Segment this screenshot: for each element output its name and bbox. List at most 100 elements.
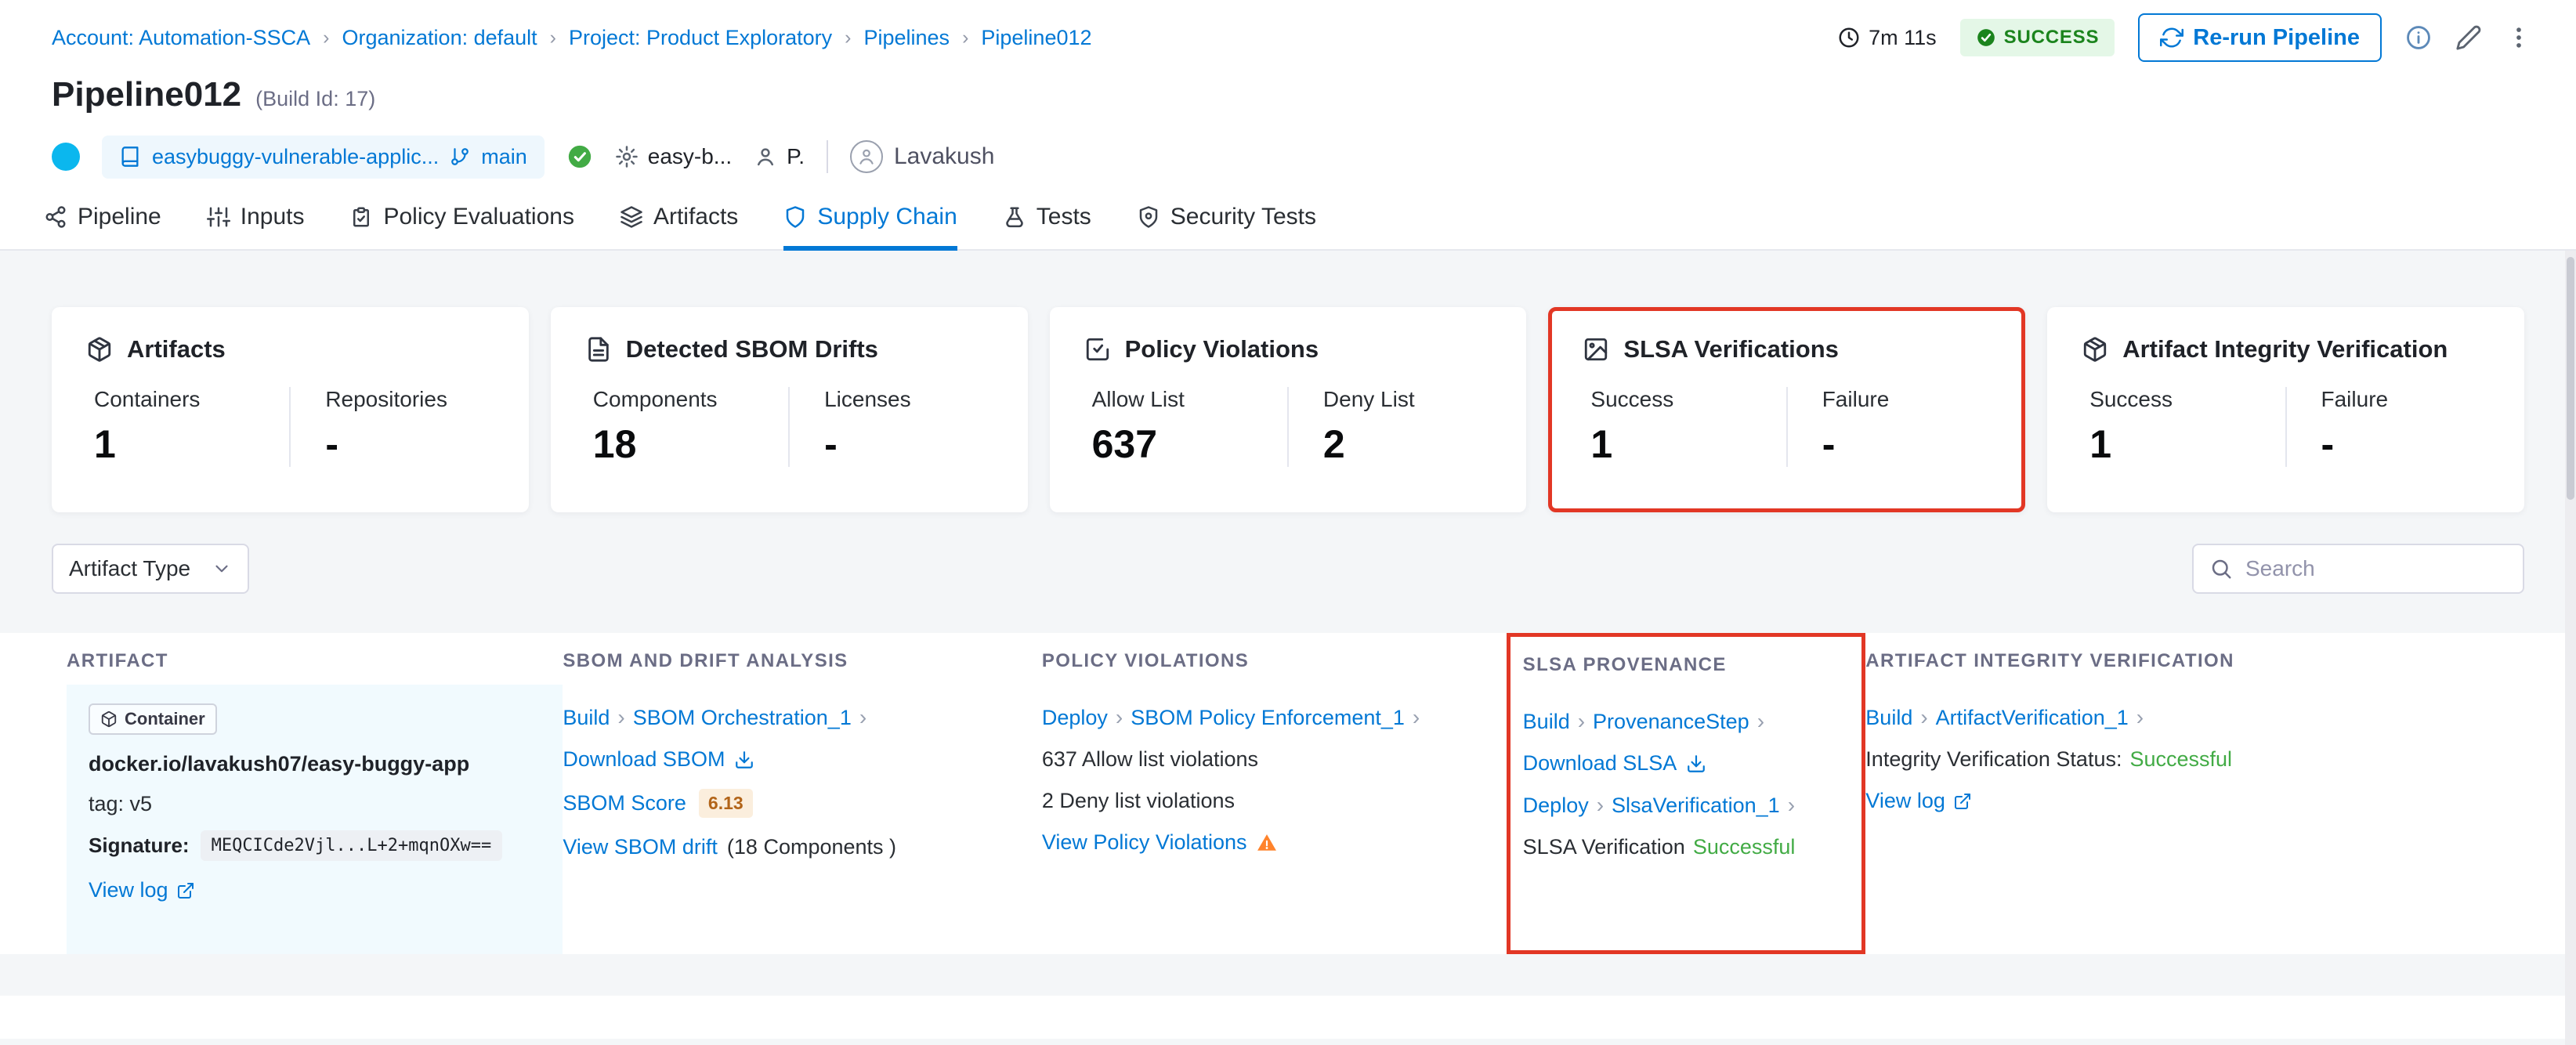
page-title: Pipeline012 [52, 75, 242, 114]
sbom-stage-link[interactable]: Build [563, 706, 610, 730]
security-tests-icon [1139, 206, 1158, 228]
chevron-right-icon [550, 27, 556, 49]
download-slsa-link[interactable]: Download SLSA [1523, 751, 1677, 776]
slsa-verification-status: SLSA Verification Successful [1523, 835, 1834, 859]
scrollbar-track[interactable] [2565, 251, 2576, 1045]
package-icon [2084, 337, 2107, 362]
stat-value: - [1822, 422, 1836, 466]
sbom-score-link[interactable]: SBOM Score [563, 791, 686, 815]
user-name: Lavakush [894, 143, 995, 169]
stat-value: 18 [592, 422, 637, 466]
chevron-right-icon [1116, 705, 1123, 730]
deny-list-violations: 2 Deny list violations [1041, 789, 1235, 812]
warning-triangle-icon [1257, 833, 1276, 851]
artifacts-table: ARTIFACT Container docker.io/lavakush07/… [67, 633, 2511, 954]
artifact-type-dropdown[interactable]: Artifact Type [52, 544, 249, 594]
view-log-label: View log [89, 878, 168, 902]
search-input[interactable] [2244, 555, 2507, 582]
slsa-build-stage-link[interactable]: Build [1523, 710, 1570, 734]
view-policy-violations-link[interactable]: View Policy Violations [1042, 830, 1247, 855]
info-icon[interactable] [2405, 24, 2432, 51]
tab-policy-evaluations[interactable]: Policy Evaluations [349, 204, 574, 251]
card-artifact-integrity: Artifact Integrity Verification Success 1… [2047, 307, 2524, 512]
repo-name[interactable]: easybuggy-vulnerable-applic... [152, 145, 439, 169]
tab-security-tests[interactable]: Security Tests [1137, 204, 1316, 251]
stat-value: 1 [1590, 422, 1613, 466]
scrollbar-thumb[interactable] [2567, 257, 2574, 500]
artifact-view-log-link[interactable]: View log [89, 878, 541, 902]
environment-icon [758, 148, 774, 166]
sbom-step-link[interactable]: SBOM Orchestration_1 [633, 706, 852, 730]
footer-strip [0, 996, 2576, 1039]
slsa-provenance-step-link[interactable]: ProvenanceStep [1593, 710, 1749, 734]
integrity-step-link[interactable]: ArtifactVerification_1 [1936, 706, 2129, 730]
check-square-icon [1086, 338, 1109, 361]
environment-name: P. [787, 144, 805, 168]
repo-chip[interactable]: easybuggy-vulnerable-applic... main [102, 135, 545, 179]
breadcrumb: Account: Automation-SSCA Organization: d… [52, 26, 1092, 50]
breadcrumb-account[interactable]: Account: Automation-SSCA [52, 26, 310, 50]
column-policy-violations: POLICY VIOLATIONS Deploy SBOM Policy Enf… [1042, 633, 1507, 954]
environment-item[interactable]: P. [754, 144, 805, 169]
integrity-stage-link[interactable]: Build [1865, 706, 1912, 730]
breadcrumb-pipeline012[interactable]: Pipeline012 [981, 26, 1091, 50]
slsa-deploy-stage-link[interactable]: Deploy [1523, 794, 1589, 818]
slsa-cell: Build ProvenanceStep Download SLSA Deplo… [1511, 689, 1862, 950]
tests-icon [1006, 207, 1023, 228]
integrity-cell: Build ArtifactVerification_1 Integrity V… [1865, 685, 2511, 954]
slsa-verification-step-link[interactable]: SlsaVerification_1 [1612, 794, 1780, 818]
slsa-build-links: Build ProvenanceStep [1523, 709, 1834, 734]
column-artifact: ARTIFACT Container docker.io/lavakush07/… [67, 633, 563, 954]
view-sbom-drift-link[interactable]: View SBOM drift [563, 835, 718, 859]
divider [827, 140, 828, 173]
tab-tests[interactable]: Tests [1003, 204, 1091, 251]
kebab-menu-icon[interactable] [2505, 24, 2532, 51]
rerun-pipeline-label: Re-run Pipeline [2193, 24, 2360, 50]
integrity-status-value: Successful [2129, 747, 2233, 771]
download-sbom-link[interactable]: Download SBOM [563, 747, 725, 772]
stat-label: Components [592, 387, 718, 411]
container-type-label: Container [125, 709, 205, 729]
edit-pencil-icon[interactable] [2455, 24, 2482, 51]
integrity-view-log-link[interactable]: View log [1865, 789, 1972, 813]
allow-list-violations: 637 Allow list violations [1041, 747, 1259, 771]
service-item[interactable]: easy-b... [615, 144, 732, 169]
rerun-pipeline-button[interactable]: Re-run Pipeline [2138, 13, 2382, 62]
stat-label: Repositories [325, 387, 447, 411]
view-log-label: View log [1865, 789, 1945, 812]
tab-pipeline[interactable]: Pipeline [44, 204, 161, 251]
duration-text: 7m 11s [1869, 25, 1937, 49]
download-slsa-line: Download SLSA [1523, 751, 1834, 776]
breadcrumb-org[interactable]: Organization: default [342, 26, 537, 50]
download-icon[interactable] [734, 750, 754, 770]
pipeline-meta-bar: easybuggy-vulnerable-applic... main easy… [0, 132, 2576, 182]
tab-artifacts[interactable]: Artifacts [620, 204, 738, 251]
column-sbom: SBOM AND DRIFT ANALYSIS Build SBOM Orche… [563, 633, 1042, 954]
pipeline-type-icon [52, 143, 80, 171]
download-icon[interactable] [1686, 754, 1706, 774]
tab-inputs[interactable]: Inputs [206, 204, 305, 251]
breadcrumb-pipelines[interactable]: Pipelines [863, 26, 950, 50]
column-header: ARTIFACT INTEGRITY VERIFICATION [1865, 650, 2234, 671]
chevron-right-icon [1757, 709, 1764, 734]
package-icon [88, 337, 111, 362]
tab-supply-chain[interactable]: Supply Chain [783, 204, 957, 251]
chevron-right-icon [1788, 793, 1795, 818]
tab-label: Inputs [240, 204, 305, 230]
chevron-right-icon [845, 27, 851, 49]
tab-label: Supply Chain [817, 204, 957, 230]
branch-name[interactable]: main [481, 145, 527, 169]
search-icon [2212, 559, 2231, 579]
artifact-signature: Signature: MEQCICde2Vjl...L+2+mqnOXw== [89, 830, 541, 861]
sbom-step-links: Build SBOM Orchestration_1 [563, 705, 1014, 730]
policy-step-link[interactable]: SBOM Policy Enforcement_1 [1131, 706, 1405, 730]
policy-stage-link[interactable]: Deploy [1042, 706, 1108, 730]
status-badge: SUCCESS [1959, 19, 2115, 56]
chevron-right-icon [1920, 705, 1927, 730]
supply-chain-icon [787, 206, 805, 228]
stat-value: - [824, 422, 838, 466]
chevron-right-icon [617, 705, 624, 730]
breadcrumb-project[interactable]: Project: Product Exploratory [569, 26, 832, 50]
integrity-view-log-line: View log [1865, 789, 2483, 813]
refresh-icon [2160, 27, 2184, 48]
